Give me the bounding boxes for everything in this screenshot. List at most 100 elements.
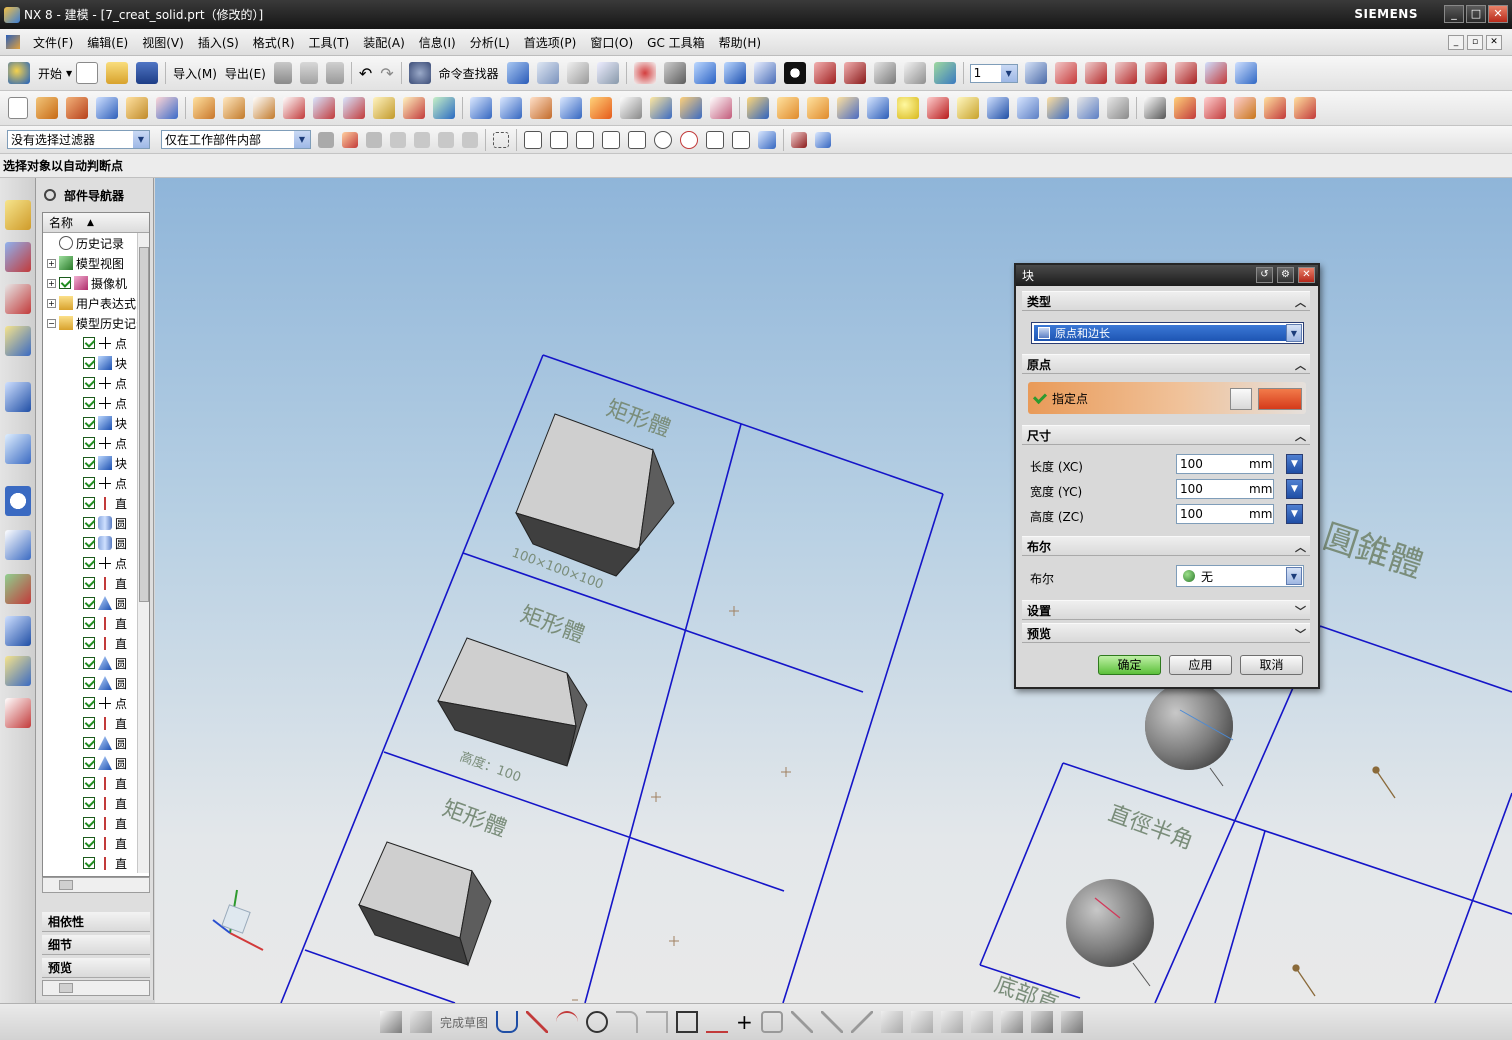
command-finder-button[interactable]: 命令查找器 (439, 65, 499, 82)
general-selection-icon[interactable] (342, 131, 358, 148)
boss-icon[interactable] (156, 97, 178, 119)
menu-tools[interactable]: 工具(T) (302, 34, 357, 51)
feature-checkbox[interactable] (83, 557, 95, 569)
wcs-orient-icon[interactable] (1144, 62, 1167, 84)
length-expression-button[interactable]: ▼ (1286, 454, 1303, 474)
boolean-select[interactable]: 无 ▼ (1176, 565, 1304, 587)
polygon-icon[interactable] (706, 1011, 729, 1033)
constraint-navigator-icon[interactable] (5, 242, 31, 272)
offset-emboss-icon[interactable] (283, 97, 305, 119)
offset-face-icon[interactable] (837, 97, 859, 119)
hole-icon[interactable] (126, 97, 148, 119)
shaded-with-edges-icon[interactable] (693, 62, 716, 84)
sketch-icon[interactable] (8, 97, 28, 119)
panel-horizontal-scrollbar[interactable] (42, 980, 150, 996)
work-layer-select[interactable]: 1 ▼ (969, 63, 1018, 83)
roles-icon[interactable] (5, 656, 31, 686)
follow-fillet-icon[interactable] (438, 131, 454, 148)
chevron-up-icon[interactable]: ︿ (1295, 539, 1306, 555)
preview-group-header[interactable]: 预览 ﹀ (1022, 623, 1310, 643)
point-dialog-icon[interactable] (1230, 388, 1252, 410)
point-icon[interactable] (1204, 97, 1226, 119)
bounded-grid-icon[interactable] (791, 131, 807, 148)
circle-icon[interactable] (586, 1011, 609, 1033)
menu-preferences[interactable]: 首选项(P) (517, 34, 584, 51)
feature-node[interactable]: 点 (83, 433, 127, 453)
feature-checkbox[interactable] (83, 777, 95, 789)
3d-snap-icon[interactable] (815, 131, 831, 148)
feature-node[interactable]: 直 (83, 833, 127, 853)
chevron-down-icon[interactable]: ▼ (1000, 64, 1017, 82)
feature-node[interactable]: 块 (83, 353, 127, 373)
feature-node[interactable]: 直 (83, 633, 127, 653)
selection-scope-select[interactable]: 仅在工作部件内部 ▼ (161, 130, 311, 149)
subtract-icon[interactable] (500, 97, 522, 119)
menu-analysis[interactable]: 分析(L) (463, 34, 517, 51)
feature-checkbox[interactable] (83, 677, 95, 689)
reset-icon[interactable]: ↺ (1256, 267, 1273, 283)
chamfer-sketch-icon[interactable] (646, 1011, 669, 1033)
expand-toggle-icon[interactable]: + (47, 258, 56, 268)
edge-blend-icon[interactable] (620, 97, 642, 119)
datum-plane-icon[interactable] (1144, 97, 1166, 119)
menu-edit[interactable]: 编辑(E) (80, 34, 135, 51)
name-column-header[interactable]: 名称 ▲ (43, 213, 149, 233)
doc-minimize-button[interactable]: _ (1448, 35, 1464, 50)
type-selected-option[interactable]: 原点和边长 (1034, 325, 1286, 341)
feature-node[interactable]: 直 (83, 613, 127, 633)
details-panel[interactable]: 细节 (42, 935, 150, 955)
width-expression-button[interactable]: ▼ (1286, 479, 1303, 499)
quick-trim-icon[interactable] (790, 1011, 813, 1033)
pocket-icon[interactable] (193, 97, 215, 119)
menu-gc-toolkit[interactable]: GC 工具箱 (640, 34, 712, 51)
pad-icon[interactable] (223, 97, 245, 119)
block-icon[interactable] (96, 97, 118, 119)
feature-checkbox[interactable] (83, 637, 95, 649)
preview-panel[interactable]: 预览 (42, 958, 150, 978)
extrude-icon[interactable] (36, 97, 58, 119)
feature-checkbox[interactable] (83, 397, 95, 409)
chevron-down-icon[interactable]: ▼ (1286, 567, 1302, 585)
finish-sketch-button[interactable]: 完成草图 (440, 1014, 488, 1031)
wireframe-icon[interactable] (753, 62, 776, 84)
quick-extend-icon[interactable] (820, 1011, 843, 1033)
length-input[interactable]: 100 mm (1176, 454, 1274, 474)
feature-node[interactable]: 圆 (83, 513, 127, 533)
cylinder-icon[interactable] (1017, 97, 1039, 119)
feature-node[interactable]: 块 (83, 453, 127, 473)
tree-horizontal-scrollbar[interactable] (42, 877, 150, 893)
chevron-down-icon[interactable]: ▼ (133, 131, 149, 148)
red-block-icon[interactable] (927, 97, 949, 119)
tree-node[interactable]: + 模型视图 (47, 253, 124, 273)
intersect-icon[interactable] (530, 97, 552, 119)
chevron-down-icon[interactable]: ﹀ (1295, 626, 1306, 642)
export-menu-button[interactable]: 导出(E) (225, 65, 266, 82)
feature-node[interactable]: 直 (83, 773, 127, 793)
feature-checkbox[interactable] (83, 697, 95, 709)
copy-icon[interactable] (299, 62, 318, 84)
move-object-icon[interactable] (933, 62, 956, 84)
command-finder-icon[interactable] (408, 62, 431, 84)
menu-help[interactable]: 帮助(H) (712, 34, 768, 51)
feature-checkbox[interactable] (83, 597, 95, 609)
chevron-down-icon[interactable]: ▼ (1286, 324, 1302, 342)
menu-view[interactable]: 视图(V) (135, 34, 191, 51)
offset-curve-icon[interactable] (760, 1011, 783, 1033)
feature-checkbox[interactable] (83, 817, 95, 829)
yellow-block-icon[interactable] (957, 97, 979, 119)
pattern-icon[interactable] (433, 97, 455, 119)
chevron-down-icon[interactable]: ﹀ (1295, 603, 1306, 619)
sketch-preferences-icon[interactable] (1000, 1011, 1023, 1033)
curve-rule-icon[interactable] (366, 131, 382, 148)
feature-node[interactable]: 圆 (83, 733, 127, 753)
make-corner-icon[interactable] (850, 1011, 873, 1033)
control-point-icon[interactable] (602, 130, 620, 149)
profile-icon[interactable] (496, 1011, 519, 1033)
rectangle-icon[interactable] (676, 1011, 699, 1033)
chevron-down-icon[interactable]: ▼ (66, 69, 72, 78)
import-menu-button[interactable]: 导入(M) (173, 65, 217, 82)
groove-icon[interactable] (343, 97, 365, 119)
feature-checkbox[interactable] (83, 497, 95, 509)
feature-checkbox[interactable] (83, 737, 95, 749)
unite-icon[interactable] (470, 97, 492, 119)
